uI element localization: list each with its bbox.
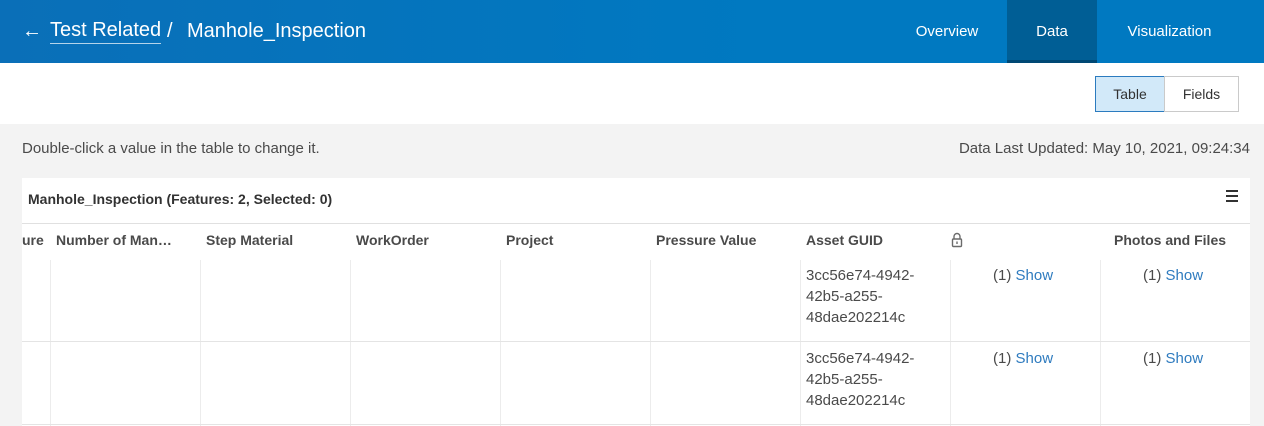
grid-line	[1100, 260, 1101, 426]
last-updated: Data Last Updated: May 10, 2021, 09:24:3…	[958, 140, 1250, 157]
column-header-pressure-value[interactable]: Pressure Value	[656, 232, 756, 248]
table-title: Manhole_Inspection (Features: 2, Selecte…	[28, 191, 333, 207]
row-separator	[22, 424, 1250, 425]
column-header-project[interactable]: Project	[506, 232, 553, 248]
show-photos-link[interactable]: Show	[1166, 350, 1204, 367]
tab-data[interactable]: Data	[1007, 0, 1097, 63]
tab-visualization[interactable]: Visualization	[1097, 0, 1242, 63]
table-cell-asset-guid[interactable]: 3cc56e74-4942- 42b5-a255- 48dae202214c	[806, 265, 936, 328]
grid-line	[950, 260, 951, 426]
column-header-workorder[interactable]: WorkOrder	[356, 232, 429, 248]
column-header-step-material[interactable]: Step Material	[206, 232, 293, 248]
app-header: ← Test Related / Manhole_Inspection Over…	[0, 0, 1264, 63]
row-separator	[22, 341, 1250, 342]
table-cell-asset-guid[interactable]: 3cc56e74-4942- 42b5-a255- 48dae202214c	[806, 348, 936, 411]
column-header-partial[interactable]: ure	[22, 232, 44, 248]
fields-view-button[interactable]: Fields	[1164, 76, 1239, 112]
view-toolbar: Table Fields	[0, 63, 1264, 124]
show-attachments-link[interactable]: Show	[1016, 267, 1054, 284]
table-cell-attachments: (1) Show	[993, 265, 1053, 286]
table-view-button[interactable]: Table	[1095, 76, 1165, 112]
show-attachments-link[interactable]: Show	[1016, 350, 1054, 367]
grid-line	[50, 260, 51, 426]
tab-overview[interactable]: Overview	[887, 0, 1007, 63]
attachment-count: (1)	[993, 350, 1012, 367]
photo-count: (1)	[1143, 267, 1162, 284]
show-photos-link[interactable]: Show	[1166, 267, 1204, 284]
back-link[interactable]: ← Test Related	[22, 18, 162, 44]
attachment-count: (1)	[993, 267, 1012, 284]
grid-line	[500, 260, 501, 426]
grid-line	[200, 260, 201, 426]
table-panel: Manhole_Inspection (Features: 2, Selecte…	[22, 178, 1250, 426]
table-cell-photos: (1) Show	[1143, 265, 1203, 286]
edit-hint: Double-click a value in the table to cha…	[22, 140, 320, 157]
lock-icon	[951, 232, 963, 248]
column-header-asset-guid[interactable]: Asset GUID	[806, 232, 883, 248]
photo-count: (1)	[1143, 350, 1162, 367]
table-cell-attachments: (1) Show	[993, 348, 1053, 369]
hamburger-menu-icon[interactable]	[1226, 190, 1238, 204]
panel-divider	[22, 223, 1250, 224]
page-title: Manhole_Inspection	[187, 20, 367, 42]
back-arrow-icon: ←	[22, 20, 42, 42]
column-header-photos-and-files[interactable]: Photos and Files	[1114, 232, 1226, 248]
grid-line	[650, 260, 651, 426]
grid-line	[800, 260, 801, 426]
column-header-number-of-manholes[interactable]: Number of Man…	[56, 232, 172, 248]
breadcrumb-separator: /	[167, 20, 173, 42]
grid-line	[350, 260, 351, 426]
back-link-label: Test Related	[50, 18, 162, 44]
table-cell-photos: (1) Show	[1143, 348, 1203, 369]
